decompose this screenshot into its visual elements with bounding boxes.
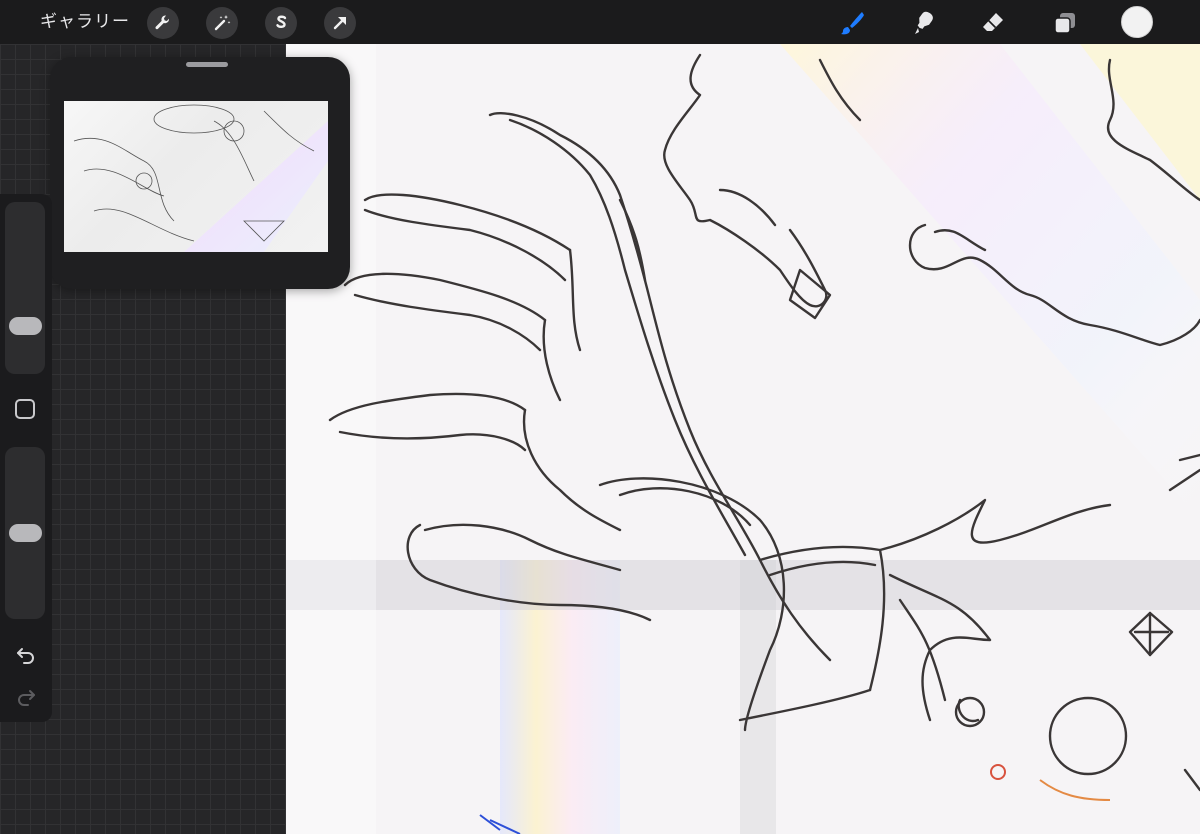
magic-wand-icon: [214, 15, 231, 31]
gallery-button[interactable]: ギャラリー: [40, 10, 130, 34]
redo-button[interactable]: [13, 685, 39, 709]
left-sidebar: [0, 194, 52, 722]
top-toolbar: ギャラリー: [0, 0, 1200, 44]
canvas-artwork: [286, 44, 1200, 834]
paint-tool-button[interactable]: [837, 8, 867, 38]
brush-size-slider[interactable]: [5, 202, 45, 374]
selection-button[interactable]: [265, 7, 297, 39]
redo-icon: [18, 690, 35, 706]
transform-arrow-icon: [333, 17, 346, 30]
eraser-icon: [983, 13, 1003, 31]
transform-button[interactable]: [324, 7, 356, 39]
layers-icon: [1054, 13, 1075, 34]
wrench-icon: [155, 15, 170, 30]
drawing-canvas[interactable]: [286, 44, 1200, 834]
selection-s-icon: [276, 15, 287, 28]
opacity-thumb[interactable]: [9, 524, 42, 542]
undo-icon: [17, 648, 34, 664]
color-picker-button[interactable]: [1121, 6, 1153, 38]
actions-button[interactable]: [147, 7, 179, 39]
adjustments-button[interactable]: [206, 7, 238, 39]
brush-icon: [841, 12, 864, 35]
opacity-slider[interactable]: [5, 447, 45, 619]
eraser-tool-button[interactable]: [978, 8, 1008, 38]
layers-button[interactable]: [1050, 8, 1080, 38]
brush-size-thumb[interactable]: [9, 316, 42, 335]
reference-thumbnail: [64, 101, 328, 252]
modify-square-icon[interactable]: [15, 399, 35, 419]
smudge-icon: [915, 11, 933, 34]
reference-window[interactable]: [50, 57, 350, 289]
reference-drag-handle[interactable]: [186, 62, 228, 67]
undo-button[interactable]: [13, 643, 39, 667]
smudge-tool-button[interactable]: [908, 8, 938, 38]
